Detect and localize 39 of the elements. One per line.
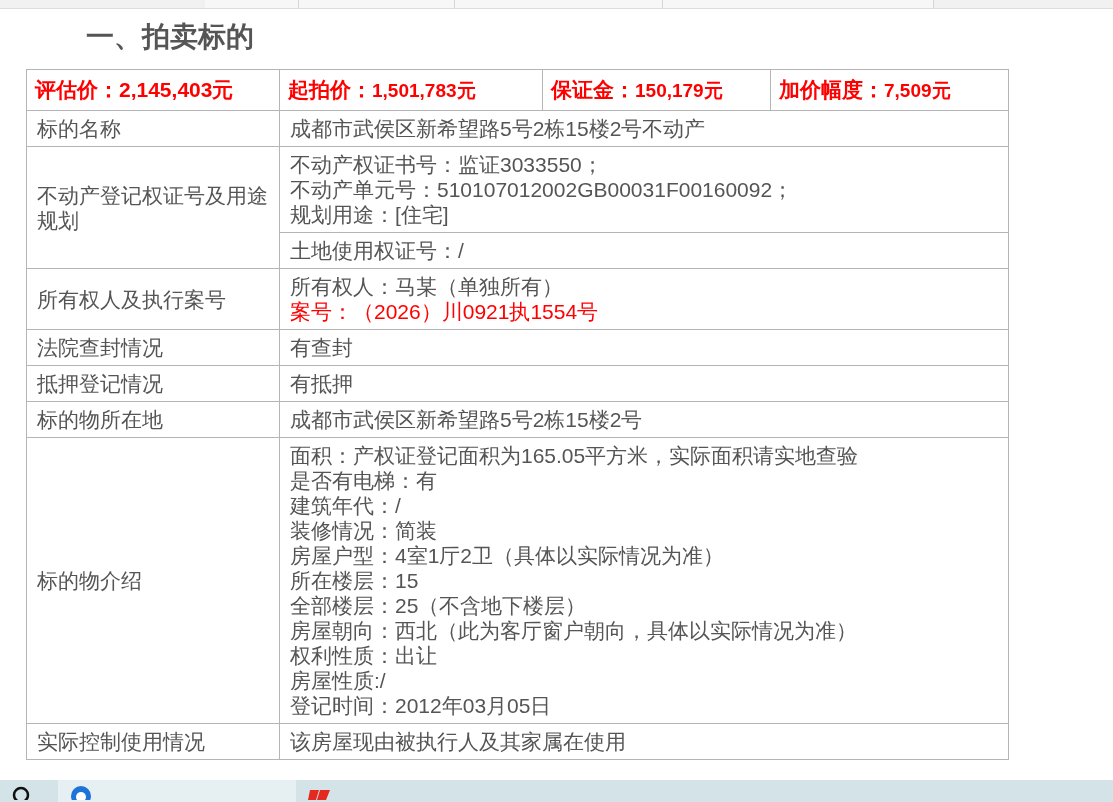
cell-text: 有抵押 (290, 371, 354, 396)
cell-text: 房屋户型：4室1厅2卫（具体以实际情况为准） (290, 543, 726, 568)
row-label: 标的物介绍 (37, 568, 143, 593)
price-text: 起拍价：1,501,783元 (288, 78, 476, 101)
browser-tab[interactable] (205, 0, 299, 8)
cell-text: 规划用途：[住宅] (290, 202, 450, 227)
cell-text: 面积：产权证登记面积为165.05平方米，实际面积请实地查验 (290, 443, 860, 468)
browser-tab[interactable] (455, 0, 663, 8)
cell-text: 是否有电梯：有 (290, 468, 438, 493)
row-label: 法院查封情况 (37, 335, 164, 360)
price-text: 评估价：2,145,403元 (35, 78, 234, 101)
row-label: 不动产登记权证号及用途规划 (37, 182, 269, 233)
row-label: 抵押登记情况 (37, 371, 164, 396)
cell-text: 不动产单元号：510107012002GB00031F00160092； (290, 177, 795, 202)
price-text: 加价幅度：7,509元 (779, 78, 951, 101)
row-label: 标的名称 (37, 116, 122, 141)
cell-text: 有查封 (290, 335, 354, 360)
price-text: 保证金：150,179元 (551, 78, 723, 101)
cell-text: 所有权人：马某（单独所有） (290, 274, 564, 299)
browser-tab[interactable] (299, 0, 455, 8)
browser-tab[interactable] (663, 0, 934, 8)
cell-text: 土地使用权证号：/ (290, 238, 465, 263)
row-label: 实际控制使用情况 (37, 729, 206, 754)
cell-text: 房屋朝向：西北（此为客厅窗户朝向，具体以实际情况为准） (290, 618, 858, 643)
cell-text: 房屋性质:/ (290, 668, 387, 693)
cell-text: 所在楼层：15 (290, 568, 420, 593)
row-label: 标的物所在地 (37, 407, 164, 432)
cell-text: 成都市武侯区新希望路5号2栋15楼2号 (290, 407, 644, 432)
cell-text: 不动产权证书号：监证3033550； (290, 152, 604, 177)
row-label: 所有权人及执行案号 (37, 286, 227, 312)
cell-text: 登记时间：2012年03月05日 (290, 693, 553, 718)
cell-text: 装修情况：简装 (290, 518, 438, 543)
cell-text: 成都市武侯区新希望路5号2栋15楼2号不动产 (290, 116, 707, 141)
cell-text: 权利性质：出让 (290, 643, 438, 668)
section-heading: 一、拍卖标的 (86, 20, 255, 54)
cell-text: 全部楼层：25（不含地下楼层） (290, 593, 588, 618)
cell-text: 该房屋现由被执行人及其家属在使用 (290, 729, 627, 754)
cell-text: 建筑年代：/ (290, 493, 402, 518)
cell-text: 案号：（2026）川0921执1554号 (290, 299, 600, 324)
